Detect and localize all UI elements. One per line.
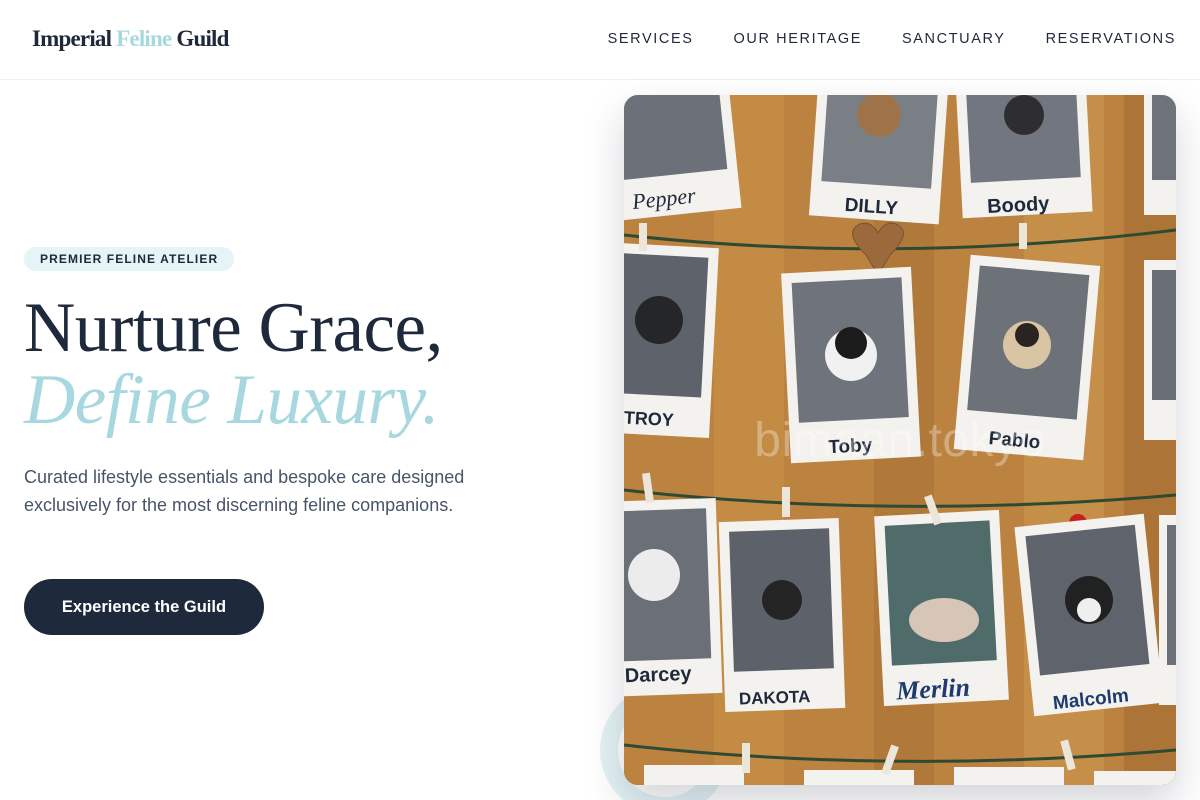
main-nav: SERVICES OUR HERITAGE SANCTUARY RESERVAT…	[608, 31, 1176, 47]
nav-link-heritage[interactable]: OUR HERITAGE	[734, 31, 863, 47]
nav-link-services[interactable]: SERVICES	[608, 31, 694, 47]
photo-label-boody: Boody	[987, 193, 1051, 218]
photo-label-merlin: Merlin	[895, 673, 971, 706]
hero-photo: Pepper DILLY Boody TROY Toby Pablo Darce…	[624, 95, 1176, 785]
photo-label-darcey: Darcey	[624, 663, 692, 687]
photo-label-dilly: DILLY	[844, 195, 899, 220]
image-watermark: bimaan.tokyo	[754, 414, 1046, 467]
nav-link-sanctuary[interactable]: SANCTUARY	[902, 31, 1006, 47]
headline-line1: Nurture Grace,	[24, 289, 443, 367]
brand-name-part1: Imperial	[32, 26, 112, 51]
headline-line2: Define Luxury.	[24, 361, 439, 439]
photo-label-dakota: DAKOTA	[739, 687, 811, 708]
site-header: Imperial Feline Guild SERVICES OUR HERIT…	[0, 0, 1200, 80]
brand-name-part3: Guild	[176, 26, 229, 51]
brand-logo[interactable]: Imperial Feline Guild	[32, 26, 229, 52]
experience-guild-button[interactable]: Experience the Guild	[24, 579, 264, 635]
hero-headline: Nurture Grace, Define Luxury.	[24, 292, 443, 436]
nav-link-reservations[interactable]: RESERVATIONS	[1046, 31, 1176, 47]
hero-subtext: Curated lifestyle essentials and bespoke…	[24, 467, 465, 515]
brand-name-part2: Feline	[116, 26, 172, 51]
hero-badge: PREMIER FELINE ATELIER	[24, 247, 235, 271]
